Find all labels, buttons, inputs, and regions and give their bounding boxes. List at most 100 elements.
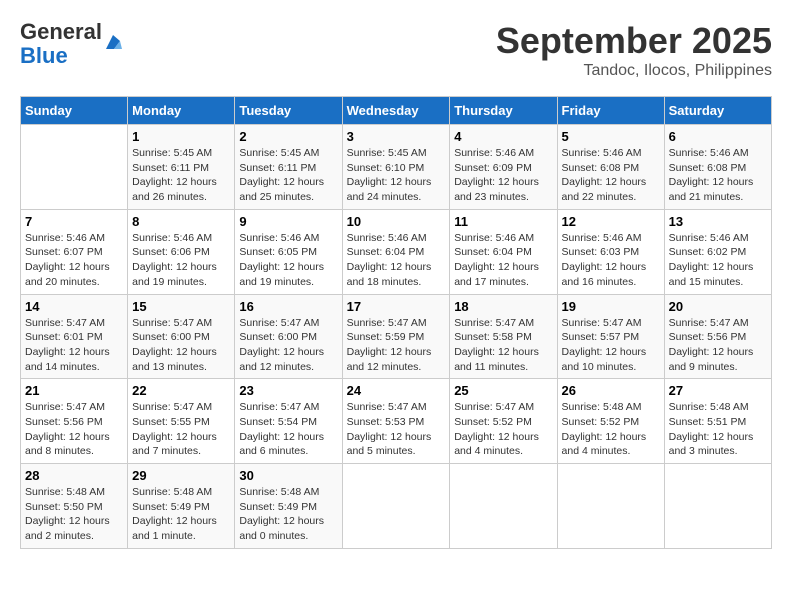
day-info: Sunrise: 5:47 AM Sunset: 5:56 PM Dayligh… bbox=[669, 316, 767, 375]
day-cell bbox=[21, 125, 128, 210]
day-cell: 19 Sunrise: 5:47 AM Sunset: 5:57 PM Dayli… bbox=[557, 294, 664, 379]
day-cell: 25 Sunrise: 5:47 AM Sunset: 5:52 PM Dayli… bbox=[450, 379, 557, 464]
location: Tandoc, Ilocos, Philippines bbox=[496, 62, 772, 80]
day-info: Sunrise: 5:46 AM Sunset: 6:06 PM Dayligh… bbox=[132, 231, 230, 290]
day-number: 24 bbox=[347, 383, 446, 398]
header-row: SundayMondayTuesdayWednesdayThursdayFrid… bbox=[21, 97, 772, 125]
day-cell: 28Sunrise: 5:48 AM Sunset: 5:50 PM Dayli… bbox=[21, 464, 128, 549]
day-number: 6 bbox=[669, 129, 767, 144]
col-header-friday: Friday bbox=[557, 97, 664, 125]
day-cell: 17 Sunrise: 5:47 AM Sunset: 5:59 PM Dayli… bbox=[342, 294, 450, 379]
logo-blue: Blue bbox=[20, 43, 68, 68]
day-number: 26 bbox=[562, 383, 660, 398]
day-cell: 6 Sunrise: 5:46 AM Sunset: 6:08 PM Daylig… bbox=[664, 125, 771, 210]
day-number: 30 bbox=[239, 468, 337, 483]
day-number: 25 bbox=[454, 383, 552, 398]
col-header-wednesday: Wednesday bbox=[342, 97, 450, 125]
day-info: Sunrise: 5:47 AM Sunset: 5:53 PM Dayligh… bbox=[347, 400, 446, 459]
day-number: 1 bbox=[132, 129, 230, 144]
col-header-thursday: Thursday bbox=[450, 97, 557, 125]
day-info: Sunrise: 5:48 AM Sunset: 5:52 PM Dayligh… bbox=[562, 400, 660, 459]
day-number: 12 bbox=[562, 214, 660, 229]
day-info: Sunrise: 5:47 AM Sunset: 5:58 PM Dayligh… bbox=[454, 316, 552, 375]
day-number: 10 bbox=[347, 214, 446, 229]
day-cell bbox=[450, 464, 557, 549]
day-info: Sunrise: 5:47 AM Sunset: 6:00 PM Dayligh… bbox=[239, 316, 337, 375]
day-info: Sunrise: 5:47 AM Sunset: 5:59 PM Dayligh… bbox=[347, 316, 446, 375]
day-cell: 14Sunrise: 5:47 AM Sunset: 6:01 PM Dayli… bbox=[21, 294, 128, 379]
week-row-1: 1 Sunrise: 5:45 AM Sunset: 6:11 PM Daylig… bbox=[21, 125, 772, 210]
day-info: Sunrise: 5:47 AM Sunset: 5:55 PM Dayligh… bbox=[132, 400, 230, 459]
day-cell: 27 Sunrise: 5:48 AM Sunset: 5:51 PM Dayli… bbox=[664, 379, 771, 464]
day-cell: 16 Sunrise: 5:47 AM Sunset: 6:00 PM Dayli… bbox=[235, 294, 342, 379]
day-number: 17 bbox=[347, 299, 446, 314]
day-cell: 24 Sunrise: 5:47 AM Sunset: 5:53 PM Dayli… bbox=[342, 379, 450, 464]
day-cell bbox=[557, 464, 664, 549]
day-cell: 3 Sunrise: 5:45 AM Sunset: 6:10 PM Daylig… bbox=[342, 125, 450, 210]
day-number: 28 bbox=[25, 468, 123, 483]
day-info: Sunrise: 5:45 AM Sunset: 6:10 PM Dayligh… bbox=[347, 146, 446, 205]
day-number: 23 bbox=[239, 383, 337, 398]
day-info: Sunrise: 5:46 AM Sunset: 6:08 PM Dayligh… bbox=[562, 146, 660, 205]
day-number: 4 bbox=[454, 129, 552, 144]
day-cell: 30 Sunrise: 5:48 AM Sunset: 5:49 PM Dayli… bbox=[235, 464, 342, 549]
col-header-monday: Monday bbox=[128, 97, 235, 125]
day-cell: 7Sunrise: 5:46 AM Sunset: 6:07 PM Daylig… bbox=[21, 209, 128, 294]
day-number: 13 bbox=[669, 214, 767, 229]
day-number: 15 bbox=[132, 299, 230, 314]
day-number: 11 bbox=[454, 214, 552, 229]
day-info: Sunrise: 5:48 AM Sunset: 5:49 PM Dayligh… bbox=[239, 485, 337, 544]
day-info: Sunrise: 5:45 AM Sunset: 6:11 PM Dayligh… bbox=[132, 146, 230, 205]
day-number: 2 bbox=[239, 129, 337, 144]
day-info: Sunrise: 5:47 AM Sunset: 5:57 PM Dayligh… bbox=[562, 316, 660, 375]
logo-general: General bbox=[20, 19, 102, 44]
col-header-tuesday: Tuesday bbox=[235, 97, 342, 125]
day-info: Sunrise: 5:48 AM Sunset: 5:49 PM Dayligh… bbox=[132, 485, 230, 544]
day-cell: 29Sunrise: 5:48 AM Sunset: 5:49 PM Dayli… bbox=[128, 464, 235, 549]
day-info: Sunrise: 5:46 AM Sunset: 6:03 PM Dayligh… bbox=[562, 231, 660, 290]
day-info: Sunrise: 5:48 AM Sunset: 5:51 PM Dayligh… bbox=[669, 400, 767, 459]
day-cell: 18 Sunrise: 5:47 AM Sunset: 5:58 PM Dayli… bbox=[450, 294, 557, 379]
day-info: Sunrise: 5:46 AM Sunset: 6:02 PM Dayligh… bbox=[669, 231, 767, 290]
day-info: Sunrise: 5:47 AM Sunset: 5:56 PM Dayligh… bbox=[25, 400, 123, 459]
day-info: Sunrise: 5:47 AM Sunset: 5:54 PM Dayligh… bbox=[239, 400, 337, 459]
day-info: Sunrise: 5:46 AM Sunset: 6:04 PM Dayligh… bbox=[347, 231, 446, 290]
day-number: 18 bbox=[454, 299, 552, 314]
day-number: 3 bbox=[347, 129, 446, 144]
day-info: Sunrise: 5:46 AM Sunset: 6:08 PM Dayligh… bbox=[669, 146, 767, 205]
col-header-saturday: Saturday bbox=[664, 97, 771, 125]
day-info: Sunrise: 5:47 AM Sunset: 6:00 PM Dayligh… bbox=[132, 316, 230, 375]
month-title: September 2025 bbox=[496, 20, 772, 62]
day-number: 7 bbox=[25, 214, 123, 229]
day-number: 9 bbox=[239, 214, 337, 229]
day-info: Sunrise: 5:46 AM Sunset: 6:05 PM Dayligh… bbox=[239, 231, 337, 290]
day-number: 8 bbox=[132, 214, 230, 229]
day-number: 19 bbox=[562, 299, 660, 314]
week-row-5: 28Sunrise: 5:48 AM Sunset: 5:50 PM Dayli… bbox=[21, 464, 772, 549]
week-row-2: 7Sunrise: 5:46 AM Sunset: 6:07 PM Daylig… bbox=[21, 209, 772, 294]
calendar-table: SundayMondayTuesdayWednesdayThursdayFrid… bbox=[20, 96, 772, 549]
day-cell: 13 Sunrise: 5:46 AM Sunset: 6:02 PM Dayli… bbox=[664, 209, 771, 294]
day-number: 27 bbox=[669, 383, 767, 398]
day-cell: 4 Sunrise: 5:46 AM Sunset: 6:09 PM Daylig… bbox=[450, 125, 557, 210]
day-number: 16 bbox=[239, 299, 337, 314]
day-cell: 2Sunrise: 5:45 AM Sunset: 6:11 PM Daylig… bbox=[235, 125, 342, 210]
page-header: General Blue September 2025 Tandoc, Iloc… bbox=[20, 20, 772, 80]
day-cell: 1 Sunrise: 5:45 AM Sunset: 6:11 PM Daylig… bbox=[128, 125, 235, 210]
day-cell: 5Sunrise: 5:46 AM Sunset: 6:08 PM Daylig… bbox=[557, 125, 664, 210]
day-info: Sunrise: 5:47 AM Sunset: 6:01 PM Dayligh… bbox=[25, 316, 123, 375]
day-cell: 8 Sunrise: 5:46 AM Sunset: 6:06 PM Daylig… bbox=[128, 209, 235, 294]
day-info: Sunrise: 5:47 AM Sunset: 5:52 PM Dayligh… bbox=[454, 400, 552, 459]
day-cell: 23 Sunrise: 5:47 AM Sunset: 5:54 PM Dayli… bbox=[235, 379, 342, 464]
day-cell bbox=[342, 464, 450, 549]
day-cell: 15 Sunrise: 5:47 AM Sunset: 6:00 PM Dayli… bbox=[128, 294, 235, 379]
day-cell: 21Sunrise: 5:47 AM Sunset: 5:56 PM Dayli… bbox=[21, 379, 128, 464]
logo-text: General Blue bbox=[20, 20, 102, 68]
day-cell: 12 Sunrise: 5:46 AM Sunset: 6:03 PM Dayli… bbox=[557, 209, 664, 294]
day-info: Sunrise: 5:46 AM Sunset: 6:04 PM Dayligh… bbox=[454, 231, 552, 290]
logo-icon bbox=[104, 33, 122, 51]
day-cell: 10 Sunrise: 5:46 AM Sunset: 6:04 PM Dayli… bbox=[342, 209, 450, 294]
day-info: Sunrise: 5:46 AM Sunset: 6:09 PM Dayligh… bbox=[454, 146, 552, 205]
week-row-3: 14Sunrise: 5:47 AM Sunset: 6:01 PM Dayli… bbox=[21, 294, 772, 379]
day-cell: 11 Sunrise: 5:46 AM Sunset: 6:04 PM Dayli… bbox=[450, 209, 557, 294]
